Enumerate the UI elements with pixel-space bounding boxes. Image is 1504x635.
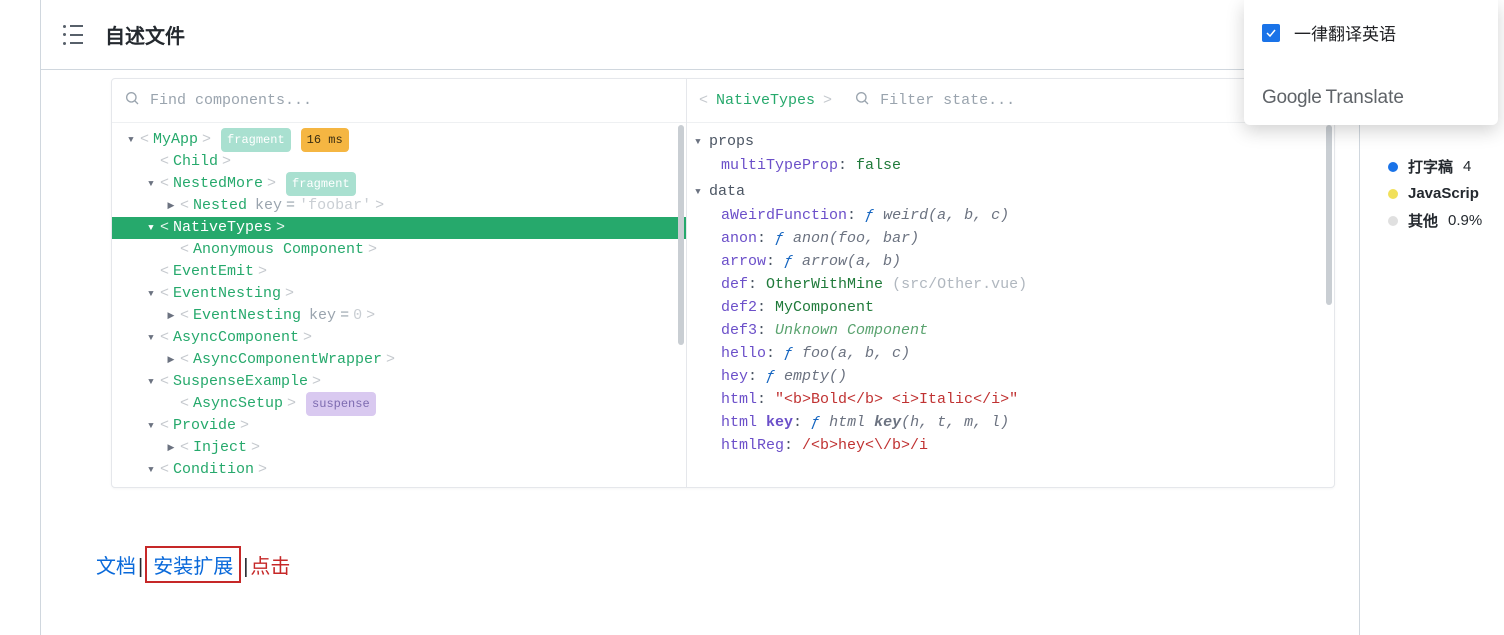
tree-row[interactable]: ▼<NativeTypes> <box>112 217 686 239</box>
state-key: aWeirdFunction <box>721 207 847 224</box>
state-row[interactable]: def2: MyComponent <box>721 296 1334 319</box>
state-key: def <box>721 276 748 293</box>
frag-badge: fragment <box>221 128 291 152</box>
state-row[interactable]: hello: ƒ foo(a, b, c) <box>721 342 1334 365</box>
section-header[interactable]: ▼data <box>687 177 1334 204</box>
legend-dot-icon <box>1388 189 1398 199</box>
component-name: SuspenseExample <box>173 371 308 393</box>
tree-row[interactable]: <EventEmit> <box>112 261 686 283</box>
tree-row[interactable]: <AsyncSetup>suspense <box>112 393 686 415</box>
component-name: EventNesting <box>173 283 281 305</box>
tree-row[interactable]: <Anonymous Component> <box>112 239 686 261</box>
state-key: hey <box>721 368 748 385</box>
caret-down-icon: ▼ <box>693 187 703 197</box>
tree-row[interactable]: ▶<AsyncComponentWrapper> <box>112 349 686 371</box>
state-row[interactable]: multiTypeProp: false <box>721 154 1334 177</box>
component-name: MyApp <box>153 129 198 151</box>
tree-row[interactable]: ▼<EventNesting> <box>112 283 686 305</box>
state-row[interactable]: arrow: ƒ arrow(a, b) <box>721 250 1334 273</box>
caret-down-icon[interactable]: ▼ <box>146 217 156 239</box>
legend-dot-icon <box>1388 216 1398 226</box>
state-key: hello <box>721 345 766 362</box>
selected-component-name: NativeTypes <box>716 92 815 109</box>
caret-right-icon[interactable]: ▶ <box>166 305 176 327</box>
language-legend-item[interactable]: 其他 0.9% <box>1388 210 1504 231</box>
tree-row[interactable]: ▶<EventNesting key=0> <box>112 305 686 327</box>
component-name: Provide <box>173 415 236 437</box>
state-row[interactable]: aWeirdFunction: ƒ weird(a, b, c) <box>721 204 1334 227</box>
state-row[interactable]: anon: ƒ anon(foo, bar) <box>721 227 1334 250</box>
caret-right-icon[interactable]: ▶ <box>166 349 176 371</box>
component-name: AsyncSetup <box>193 393 283 415</box>
tree-row[interactable]: ▼<MyApp>fragment16 ms <box>112 129 686 151</box>
component-name: Child <box>173 151 218 173</box>
tree-row[interactable]: ▼<AsyncComponent> <box>112 327 686 349</box>
docs-link[interactable]: 文档 <box>96 550 136 579</box>
tree-row[interactable]: ▼<SuspenseExample> <box>112 371 686 393</box>
component-name: NativeTypes <box>173 217 272 239</box>
component-name: Anonymous Component <box>193 239 364 261</box>
state-row[interactable]: def: OtherWithMine (src/Other.vue) <box>721 273 1334 296</box>
translate-popup: 一律翻译英语 Google Translate <box>1244 0 1498 125</box>
language-legend-item[interactable]: JavaScrip <box>1388 185 1504 202</box>
component-name: EventNesting <box>193 305 301 327</box>
checkbox-checked-icon[interactable] <box>1262 24 1280 42</box>
component-name: AsyncComponent <box>173 327 299 349</box>
component-name: NestedMore <box>173 173 263 195</box>
state-row[interactable]: htmlReg: /<b>hey<\/b>/i <box>721 434 1334 457</box>
click-label: 点击 <box>250 550 290 579</box>
install-extension-link[interactable]: 安装扩展 <box>153 556 233 578</box>
tree-row[interactable]: ▶<Inject> <box>112 437 686 459</box>
search-icon <box>854 90 870 111</box>
component-name: AsyncComponentWrapper <box>193 349 382 371</box>
state-row[interactable]: html: "<b>Bold</b> <i>Italic</i>" <box>721 388 1334 411</box>
frag-badge: fragment <box>286 172 356 196</box>
state-key: html <box>721 391 757 408</box>
tree-row[interactable]: <Child> <box>112 151 686 173</box>
devtools-screenshot: ▼<MyApp>fragment16 ms<Child>▼<NestedMore… <box>111 78 1335 488</box>
state-key: def3 <box>721 322 757 339</box>
scrollbar[interactable] <box>678 125 684 345</box>
state-key: multiTypeProp <box>721 157 838 174</box>
section-header[interactable]: ▼props <box>687 127 1334 154</box>
tree-row[interactable]: ▼<Condition> <box>112 459 686 481</box>
ms-badge: 16 ms <box>301 128 349 152</box>
search-icon <box>124 90 140 111</box>
component-name: Condition <box>173 459 254 481</box>
caret-right-icon[interactable]: ▶ <box>166 437 176 459</box>
outline-icon[interactable] <box>63 25 83 45</box>
caret-down-icon[interactable]: ▼ <box>146 371 156 393</box>
scrollbar[interactable] <box>1326 125 1332 305</box>
page-title: 自述文件 <box>105 20 185 49</box>
caret-down-icon[interactable]: ▼ <box>146 173 156 195</box>
find-components-input[interactable] <box>148 91 674 110</box>
state-key: htmlReg <box>721 437 784 454</box>
susp-badge: suspense <box>306 392 376 416</box>
google-translate-logo: Google Translate <box>1262 87 1480 109</box>
component-name: EventEmit <box>173 261 254 283</box>
caret-down-icon[interactable]: ▼ <box>146 327 156 349</box>
component-name: Inject <box>193 437 247 459</box>
state-row[interactable]: hey: ƒ empty() <box>721 365 1334 388</box>
legend-dot-icon <box>1388 162 1398 172</box>
tree-row[interactable]: ▶<Nested key='foobar'> <box>112 195 686 217</box>
state-key: arrow <box>721 253 766 270</box>
caret-down-icon[interactable]: ▼ <box>126 129 136 151</box>
state-key: def2 <box>721 299 757 316</box>
state-key: anon <box>721 230 757 247</box>
state-row[interactable]: html key: ƒ html key(h, t, m, l) <box>721 411 1334 434</box>
state-key: html key <box>721 414 793 431</box>
component-name: Nested <box>193 195 247 217</box>
tree-row[interactable]: ▼<NestedMore>fragment <box>112 173 686 195</box>
caret-down-icon[interactable]: ▼ <box>146 415 156 437</box>
caret-right-icon[interactable]: ▶ <box>166 195 176 217</box>
caret-down-icon[interactable]: ▼ <box>146 459 156 481</box>
tree-row[interactable]: ▼<Provide> <box>112 415 686 437</box>
state-row[interactable]: def3: Unknown Component <box>721 319 1334 342</box>
always-translate-label: 一律翻译英语 <box>1294 20 1396 45</box>
language-legend-item[interactable]: 打字稿 4 <box>1388 156 1504 177</box>
caret-down-icon: ▼ <box>693 137 703 147</box>
caret-down-icon[interactable]: ▼ <box>146 283 156 305</box>
